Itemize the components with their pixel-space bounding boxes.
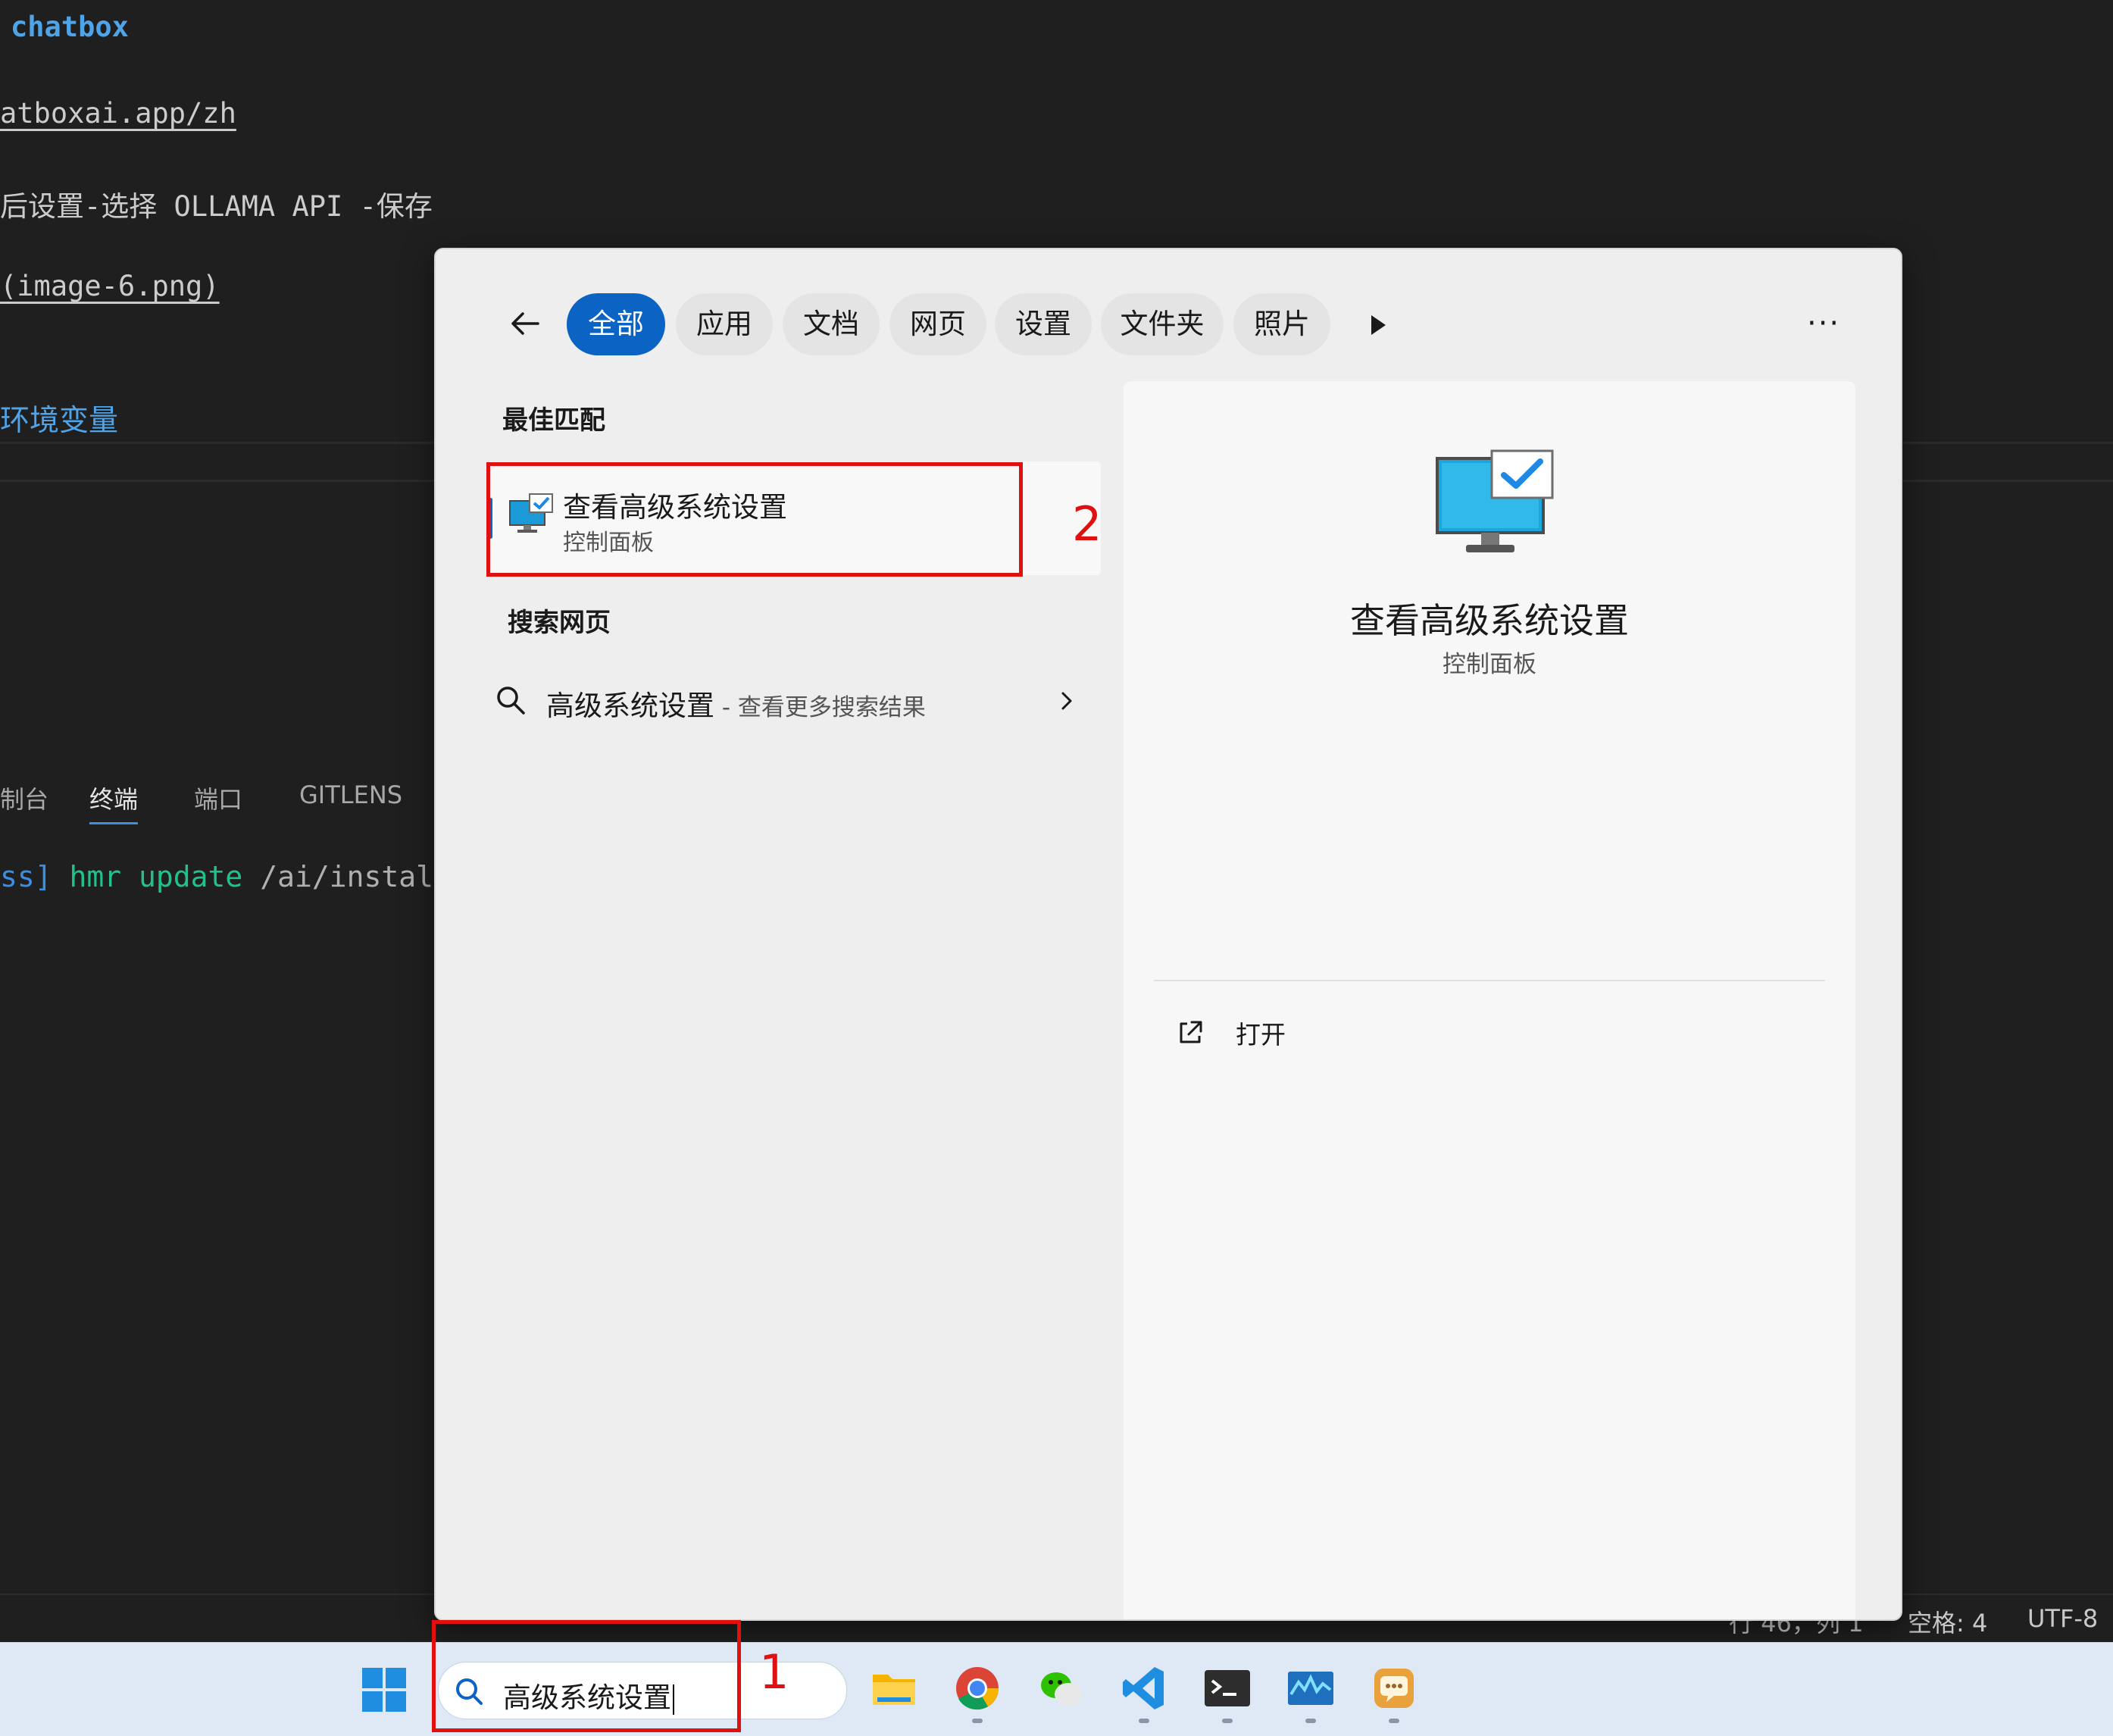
windows-start-icon[interactable] — [362, 1668, 406, 1712]
web-search-result[interactable]: 高级系统设置 - 查看更多搜索结果 — [487, 671, 1101, 731]
open-external-icon — [1180, 1021, 1202, 1043]
system-settings-large-icon — [1436, 449, 1554, 552]
windows-search-popup: 全部 应用 文档 网页 设置 文件夹 照片 ··· 最佳匹配 查看高级系统设置 … — [434, 248, 1902, 1621]
running-indicator — [1139, 1719, 1149, 1723]
filter-folders[interactable]: 文件夹 — [1101, 293, 1224, 355]
annotation-box-2 — [486, 462, 1023, 577]
filter-settings[interactable]: 设置 — [995, 293, 1092, 355]
filter-all[interactable]: 全部 — [567, 293, 665, 355]
terminal-output: ss] hmr update /ai/instal — [0, 860, 433, 893]
tab-ports[interactable]: 端口 — [194, 780, 242, 815]
filter-documents[interactable]: 文档 — [783, 293, 880, 355]
terminal-icon[interactable] — [1203, 1664, 1252, 1713]
wechat-icon[interactable] — [1036, 1664, 1085, 1713]
play-icon[interactable] — [1371, 315, 1386, 335]
result-preview-pane: 查看高级系统设置 控制面板 打开 — [1124, 381, 1855, 1619]
resource-monitor-icon[interactable] — [1286, 1664, 1335, 1713]
markdown-link[interactable]: atboxai.app/zh — [0, 97, 236, 130]
editor-text-line: 后设置-选择 OLLAMA API -保存 — [0, 190, 433, 223]
running-indicator — [1305, 1719, 1316, 1723]
image-link[interactable]: (image-6.png) — [0, 270, 220, 302]
preview-title: 查看高级系统设置 — [1350, 600, 1629, 641]
file-explorer-icon[interactable] — [870, 1664, 918, 1713]
filter-apps[interactable]: 应用 — [676, 293, 773, 355]
annotation-number-1: 1 — [759, 1644, 789, 1700]
search-icon — [497, 687, 525, 715]
env-var-heading: 环境变量 — [0, 404, 119, 438]
open-label: 打开 — [1236, 1020, 1286, 1049]
status-encoding[interactable]: UTF-8 — [2027, 1604, 2098, 1633]
web-query: 高级系统设置 - 查看更多搜索结果 — [546, 683, 926, 724]
terminal-prefix: ss] — [0, 860, 52, 893]
chat-app-icon[interactable] — [1370, 1664, 1418, 1713]
back-arrow-icon[interactable] — [508, 306, 542, 341]
tab-terminal[interactable]: 终端 — [89, 780, 139, 824]
tab-gitlens[interactable]: GITLENS — [299, 780, 402, 809]
status-indentation[interactable]: 空格: 4 — [1908, 1604, 1987, 1639]
search-web-heading: 搜索网页 — [508, 608, 611, 638]
tab-debug-console[interactable]: 制台 — [0, 780, 48, 815]
filter-photos[interactable]: 照片 — [1233, 293, 1330, 355]
terminal-path: /ai/instal — [260, 860, 433, 893]
divider — [1154, 980, 1825, 981]
annotation-number-2: 2 — [1072, 496, 1102, 552]
chevron-right-icon[interactable] — [1055, 687, 1078, 715]
web-query-hint: - 查看更多搜索结果 — [714, 694, 926, 721]
web-query-text: 高级系统设置 — [546, 690, 714, 722]
running-indicator — [1222, 1719, 1233, 1723]
markdown-heading: chatbox — [11, 11, 129, 43]
chrome-icon[interactable] — [953, 1664, 1002, 1713]
filter-web[interactable]: 网页 — [889, 293, 986, 355]
running-indicator — [972, 1719, 983, 1723]
annotation-box-1 — [432, 1620, 741, 1732]
running-indicator — [1389, 1719, 1399, 1723]
terminal-command: hmr update — [69, 860, 243, 893]
vscode-icon[interactable] — [1120, 1664, 1168, 1713]
taskbar: 高级系统设置 — [0, 1642, 2113, 1736]
best-match-heading: 最佳匹配 — [502, 405, 605, 436]
preview-subtitle: 控制面板 — [1443, 651, 1536, 678]
more-options-icon[interactable]: ··· — [1807, 306, 1840, 341]
